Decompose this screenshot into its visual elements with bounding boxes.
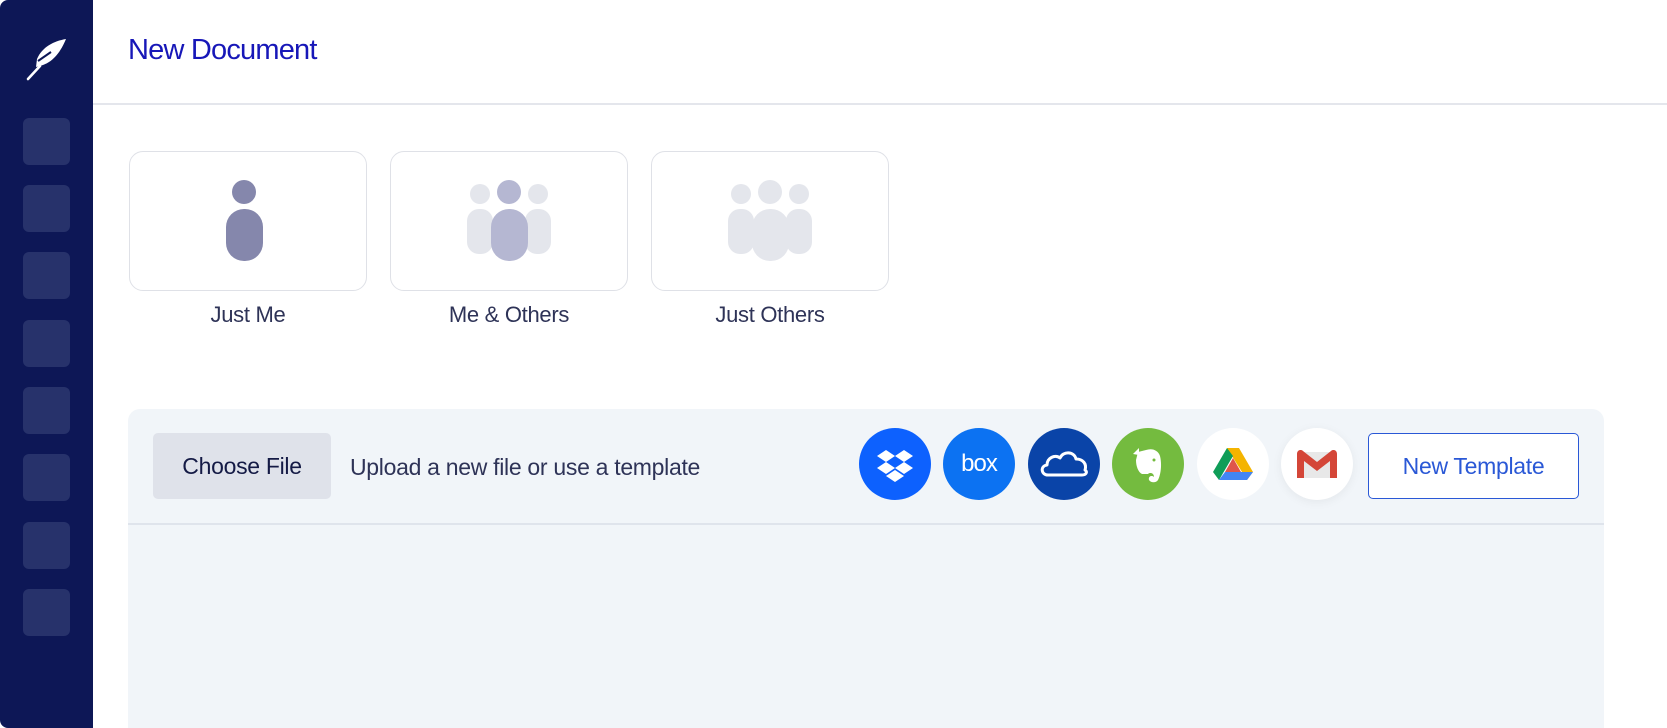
sidebar-nav-item[interactable] xyxy=(23,252,70,299)
sidebar-nav-item[interactable] xyxy=(23,387,70,434)
google-drive-icon xyxy=(1213,448,1253,480)
option-just-others[interactable] xyxy=(651,151,889,291)
option-label-just-me: Just Me xyxy=(210,302,286,327)
option-label-me-and-others: Me & Others xyxy=(448,302,570,327)
sidebar xyxy=(0,0,93,728)
dropbox-icon xyxy=(877,450,913,482)
google-drive-button[interactable] xyxy=(1197,428,1269,500)
evernote-icon xyxy=(1133,448,1162,483)
upload-hint: Upload a new file or use a template xyxy=(350,454,701,480)
option-label-just-others: Just Others xyxy=(715,302,825,327)
evernote-button[interactable] xyxy=(1112,428,1184,500)
gmail-icon xyxy=(1297,450,1337,478)
box-button[interactable]: box xyxy=(943,428,1015,500)
sidebar-nav-item[interactable] xyxy=(23,185,70,232)
choose-file-button[interactable]: Choose File xyxy=(153,433,331,499)
sidebar-nav-item[interactable] xyxy=(23,118,70,165)
single-person-icon xyxy=(226,180,263,261)
option-me-and-others[interactable] xyxy=(390,151,628,291)
dropbox-button[interactable] xyxy=(859,428,931,500)
sidebar-nav-item[interactable] xyxy=(23,454,70,501)
header: New Document xyxy=(93,0,1667,105)
group-others-icon xyxy=(728,180,812,261)
svg-text:box: box xyxy=(961,450,998,477)
new-template-button[interactable]: New Template xyxy=(1368,433,1579,499)
group-with-me-icon xyxy=(467,180,551,261)
page-title: New Document xyxy=(128,34,317,66)
option-just-me[interactable] xyxy=(129,151,367,291)
box-icon: box xyxy=(961,450,999,477)
sidebar-nav-item[interactable] xyxy=(23,320,70,367)
upload-panel: Choose File Upload a new file or use a t… xyxy=(128,409,1604,728)
onedrive-button[interactable] xyxy=(1028,428,1100,500)
gmail-button[interactable] xyxy=(1281,428,1353,500)
divider xyxy=(128,523,1604,525)
sidebar-nav-item[interactable] xyxy=(23,589,70,636)
onedrive-icon xyxy=(1040,451,1088,477)
sidebar-nav-item[interactable] xyxy=(23,522,70,569)
feather-icon[interactable] xyxy=(26,37,68,81)
